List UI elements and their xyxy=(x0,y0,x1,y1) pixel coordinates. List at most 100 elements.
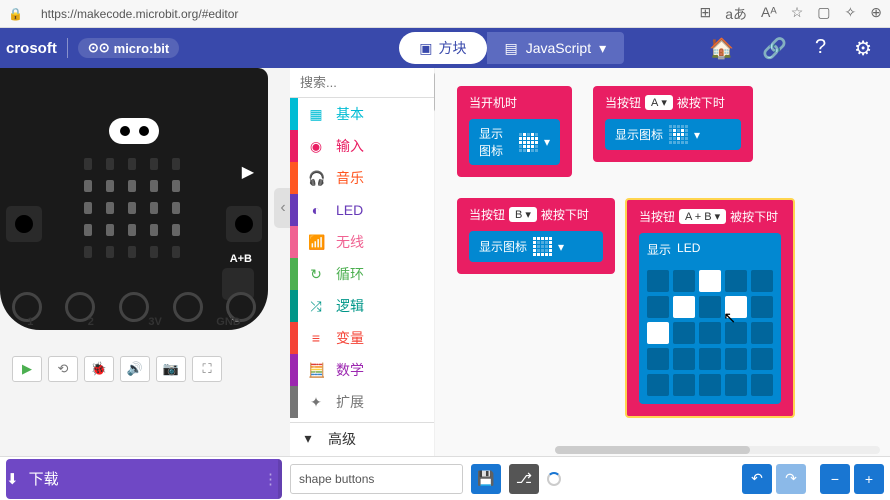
chevron-down-icon: ▾ xyxy=(599,40,606,57)
show-icon-block[interactable]: 显示图标 ▾ xyxy=(605,119,741,150)
download-button[interactable]: ⬇ 下载 ⋮ xyxy=(6,459,282,499)
zoom-controls: ↶ ↷ − + xyxy=(742,464,884,494)
category-variables[interactable]: ≡变量 xyxy=(290,322,434,354)
led-cell[interactable] xyxy=(647,374,669,396)
led-cell[interactable] xyxy=(647,322,669,344)
category-math[interactable]: 🧮数学 xyxy=(290,354,434,386)
category-led[interactable]: ◐LED xyxy=(290,194,434,226)
url-text[interactable]: https://makecode.microbit.org/#editor xyxy=(33,7,690,21)
settings-icon[interactable]: ⚙ xyxy=(854,36,872,61)
category-radio[interactable]: 📶无线 xyxy=(290,226,434,258)
footer-bar: ⬇ 下载 ⋮ 💾 ⎇ ↶ ↷ − + xyxy=(0,456,890,500)
led-cell[interactable] xyxy=(699,296,721,318)
loading-spinner-icon xyxy=(547,472,561,486)
on-start-block[interactable]: 当开机时 显示图标 ▾ xyxy=(457,86,572,177)
play-button[interactable]: ▶ xyxy=(12,356,42,382)
simulator-toolbar: ▶ ⟲ 🐞 🔊 📷 ⛶ xyxy=(12,356,222,382)
led-cell[interactable] xyxy=(725,348,747,370)
led-cell[interactable] xyxy=(673,270,695,292)
button-ab-block[interactable]: 当按钮 A + B ▾ 被按下时 显示 LED xyxy=(625,198,795,418)
brand-ms: crosoft xyxy=(6,40,57,57)
led-cell[interactable] xyxy=(725,296,747,318)
debug-button[interactable]: 🐞 xyxy=(84,356,114,382)
screenshot-button[interactable]: 📷 xyxy=(156,356,186,382)
category-music[interactable]: 🎧音乐 xyxy=(290,162,434,194)
restart-button[interactable]: ⟲ xyxy=(48,356,78,382)
led-cell[interactable] xyxy=(647,296,669,318)
github-button[interactable]: ⎇ xyxy=(509,464,539,494)
category-advanced[interactable]: ▾高级 xyxy=(290,422,434,454)
tab-blocks[interactable]: ▣ 方块 xyxy=(399,32,486,64)
brand-separator xyxy=(67,38,68,58)
led-cell[interactable] xyxy=(699,348,721,370)
blocks-icon: ▣ xyxy=(419,40,432,57)
led-cell[interactable] xyxy=(751,270,773,292)
branch-icon: ⤮ xyxy=(308,298,324,315)
led-cell[interactable] xyxy=(725,374,747,396)
heart-icon xyxy=(519,133,538,152)
share-icon[interactable]: 🔗 xyxy=(762,36,787,61)
led-cell[interactable] xyxy=(673,322,695,344)
favorites-icon[interactable]: ✧ xyxy=(845,4,857,24)
home-icon[interactable]: 🏠 xyxy=(709,36,734,61)
undo-button[interactable]: ↶ xyxy=(742,464,772,494)
led-cell[interactable] xyxy=(673,296,695,318)
font-icon[interactable]: Aᴬ xyxy=(761,4,777,24)
led-cell[interactable] xyxy=(673,374,695,396)
blocks-workspace[interactable]: 当开机时 显示图标 ▾ 当按钮 A ▾ 被按下时 显示图标 xyxy=(435,68,890,456)
save-button[interactable]: 💾 xyxy=(471,464,501,494)
small-heart-icon xyxy=(669,125,688,144)
chevron-down-icon: ▾ xyxy=(558,240,564,254)
microbit-board[interactable]: ▶ A+B V2 xyxy=(0,68,268,330)
led-cell[interactable] xyxy=(699,374,721,396)
led-cell[interactable] xyxy=(699,270,721,292)
star-icon[interactable]: ☆ xyxy=(791,4,804,24)
toolbox-search[interactable]: 🔍 xyxy=(290,68,434,98)
sound-button[interactable]: 🔊 xyxy=(120,356,150,382)
tab-javascript[interactable]: ▤ JavaScript ▾ xyxy=(487,32,625,64)
category-logic[interactable]: ⤮逻辑 xyxy=(290,290,434,322)
show-icon-block[interactable]: 显示图标 ▾ xyxy=(469,119,560,165)
led-cell[interactable] xyxy=(725,270,747,292)
button-ab-slot[interactable]: A + B ▾ xyxy=(679,209,726,224)
js-icon: ▤ xyxy=(505,40,518,57)
fullscreen-button[interactable]: ⛶ xyxy=(192,356,222,382)
translate-icon[interactable]: aあ xyxy=(725,4,747,24)
led-cell[interactable] xyxy=(751,296,773,318)
show-leds-block[interactable]: 显示 LED xyxy=(639,233,781,404)
button-a-block[interactable]: 当按钮 A ▾ 被按下时 显示图标 ▾ xyxy=(593,86,753,162)
button-a[interactable] xyxy=(6,206,42,242)
ext-icon[interactable]: ⊕ xyxy=(870,4,882,24)
led-cell[interactable] xyxy=(751,348,773,370)
button-b-slot[interactable]: B ▾ xyxy=(509,207,537,222)
brand[interactable]: crosoft ⊙⊙ micro:bit xyxy=(6,38,179,58)
help-icon[interactable]: ? xyxy=(815,36,826,61)
button-b[interactable] xyxy=(226,206,262,242)
led-cell[interactable] xyxy=(647,270,669,292)
show-icon-block[interactable]: 显示图标 ▾ xyxy=(469,231,603,262)
category-loops[interactable]: ↻循环 xyxy=(290,258,434,290)
collections-icon[interactable]: ▢ xyxy=(817,4,830,24)
led-cell[interactable] xyxy=(751,374,773,396)
read-icon[interactable]: ⊞ xyxy=(700,4,712,24)
chevron-down-icon: ▾ xyxy=(544,135,550,149)
category-basic[interactable]: ▦基本 xyxy=(290,98,434,130)
led-cell[interactable] xyxy=(673,348,695,370)
zoom-in-button[interactable]: + xyxy=(854,464,884,494)
button-ab-title: 当按钮 A + B ▾ 被按下时 xyxy=(639,208,781,225)
led-cell[interactable] xyxy=(751,322,773,344)
zoom-out-button[interactable]: − xyxy=(820,464,850,494)
workspace-scrollbar[interactable] xyxy=(555,446,880,454)
led-cell[interactable] xyxy=(725,322,747,344)
download-icon: ⬇ xyxy=(6,470,19,488)
led-cell[interactable] xyxy=(647,348,669,370)
redo-button[interactable]: ↷ xyxy=(776,464,806,494)
category-extensions[interactable]: ✦扩展 xyxy=(290,386,434,418)
led-editor-grid[interactable] xyxy=(647,270,773,396)
led-cell[interactable] xyxy=(699,322,721,344)
button-a-slot[interactable]: A ▾ xyxy=(645,95,673,110)
category-input[interactable]: ◉输入 xyxy=(290,130,434,162)
tab-js-label: JavaScript xyxy=(526,40,591,56)
button-b-block[interactable]: 当按钮 B ▾ 被按下时 显示图标 ▾ xyxy=(457,198,615,274)
project-name-input[interactable] xyxy=(290,464,463,494)
